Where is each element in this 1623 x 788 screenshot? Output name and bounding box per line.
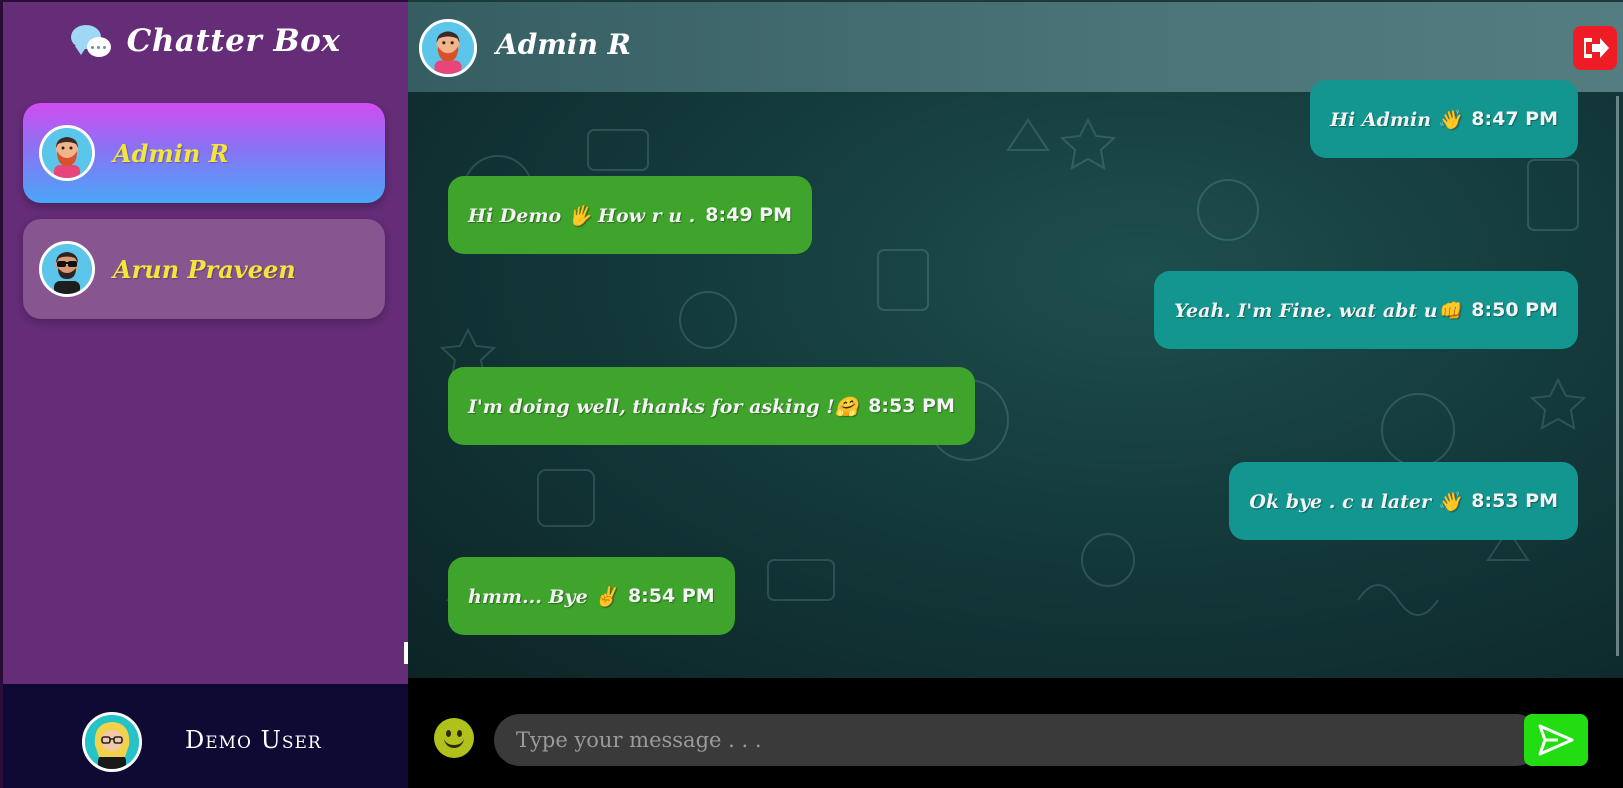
app-title: Chatter Box [126,23,341,59]
message-composer [408,678,1623,788]
message-text: Hi Demo 🖐 How r u . [468,204,696,227]
message-time: 8:54 PM [627,585,715,607]
message-time: 8:49 PM [705,204,792,226]
current-user-panel: Demo User [3,684,408,788]
chat-title: Admin R [496,28,631,61]
message-input[interactable] [494,714,1542,766]
avatar[interactable] [419,19,477,77]
sidebar: Chatter Box Admin R Arun Praveen Demo Us… [0,0,408,788]
message-text: I'm doing well, thanks for asking !🤗 [468,395,859,418]
contact-admin-r[interactable]: Admin R [23,103,385,203]
message-text: hmm... Bye ✌ [468,585,618,608]
message-time: 8:53 PM [1471,490,1558,512]
message-outgoing: Yeah. I'm Fine. wat abt u👊 8:50 PM [1154,271,1578,349]
message-time: 8:50 PM [1471,299,1558,321]
message-text: Yeah. I'm Fine. wat abt u👊 [1174,299,1462,322]
chat-bubbles-icon [70,21,113,61]
chat-header: Admin R [408,0,1623,92]
message-outgoing: Hi Admin 👋 8:47 PM [1310,80,1578,158]
avatar [39,125,95,181]
message-time: 8:53 PM [868,395,955,417]
send-button[interactable] [1524,714,1588,766]
scrollbar[interactable] [1616,96,1619,656]
message-incoming: hmm... Bye ✌ 8:54 PM [448,557,735,635]
message-text: Hi Admin 👋 [1330,108,1462,131]
brand: Chatter Box [3,16,408,66]
contact-name: Arun Praveen [113,254,296,284]
avatar [82,712,142,772]
chat-panel: Admin R Hi Admin 👋 8:47 PM Hi Demo 🖐 How… [408,0,1623,678]
emoji-button[interactable] [434,718,474,758]
message-incoming: I'm doing well, thanks for asking !🤗 8:5… [448,367,975,445]
contact-arun-praveen[interactable]: Arun Praveen [23,219,385,319]
contact-name: Admin R [113,138,229,168]
avatar [39,241,95,297]
logout-button[interactable] [1573,26,1617,70]
message-outgoing: Ok bye . c u later 👋 8:53 PM [1229,462,1578,540]
message-incoming: Hi Demo 🖐 How r u . 8:49 PM [448,176,812,254]
send-icon [1538,724,1574,756]
message-time: 8:47 PM [1471,108,1558,130]
current-user-name: Demo User [185,726,322,754]
logout-icon [1584,38,1609,58]
message-text: Ok bye . c u later 👋 [1249,490,1462,513]
